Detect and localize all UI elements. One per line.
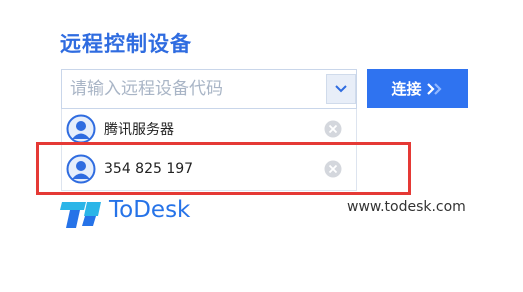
brand-name: ToDesk	[109, 197, 191, 223]
connect-button-label: 连接	[391, 80, 422, 98]
website-link[interactable]: www.todesk.com	[347, 199, 466, 215]
highlight-box	[36, 142, 411, 195]
device-code-combobox[interactable]	[61, 69, 357, 109]
connect-button[interactable]: 连接	[367, 69, 468, 108]
dropdown-button[interactable]	[326, 74, 356, 104]
device-code-input[interactable]	[62, 70, 332, 108]
user-avatar-icon	[66, 114, 96, 144]
chevron-down-icon	[335, 85, 347, 93]
close-circle-icon[interactable]	[324, 120, 342, 138]
page-title: 远程控制设备	[60, 32, 192, 56]
double-chevron-right-icon	[426, 82, 442, 95]
list-item-label: 腾讯服务器	[104, 122, 174, 138]
todesk-logo-icon	[60, 202, 101, 228]
